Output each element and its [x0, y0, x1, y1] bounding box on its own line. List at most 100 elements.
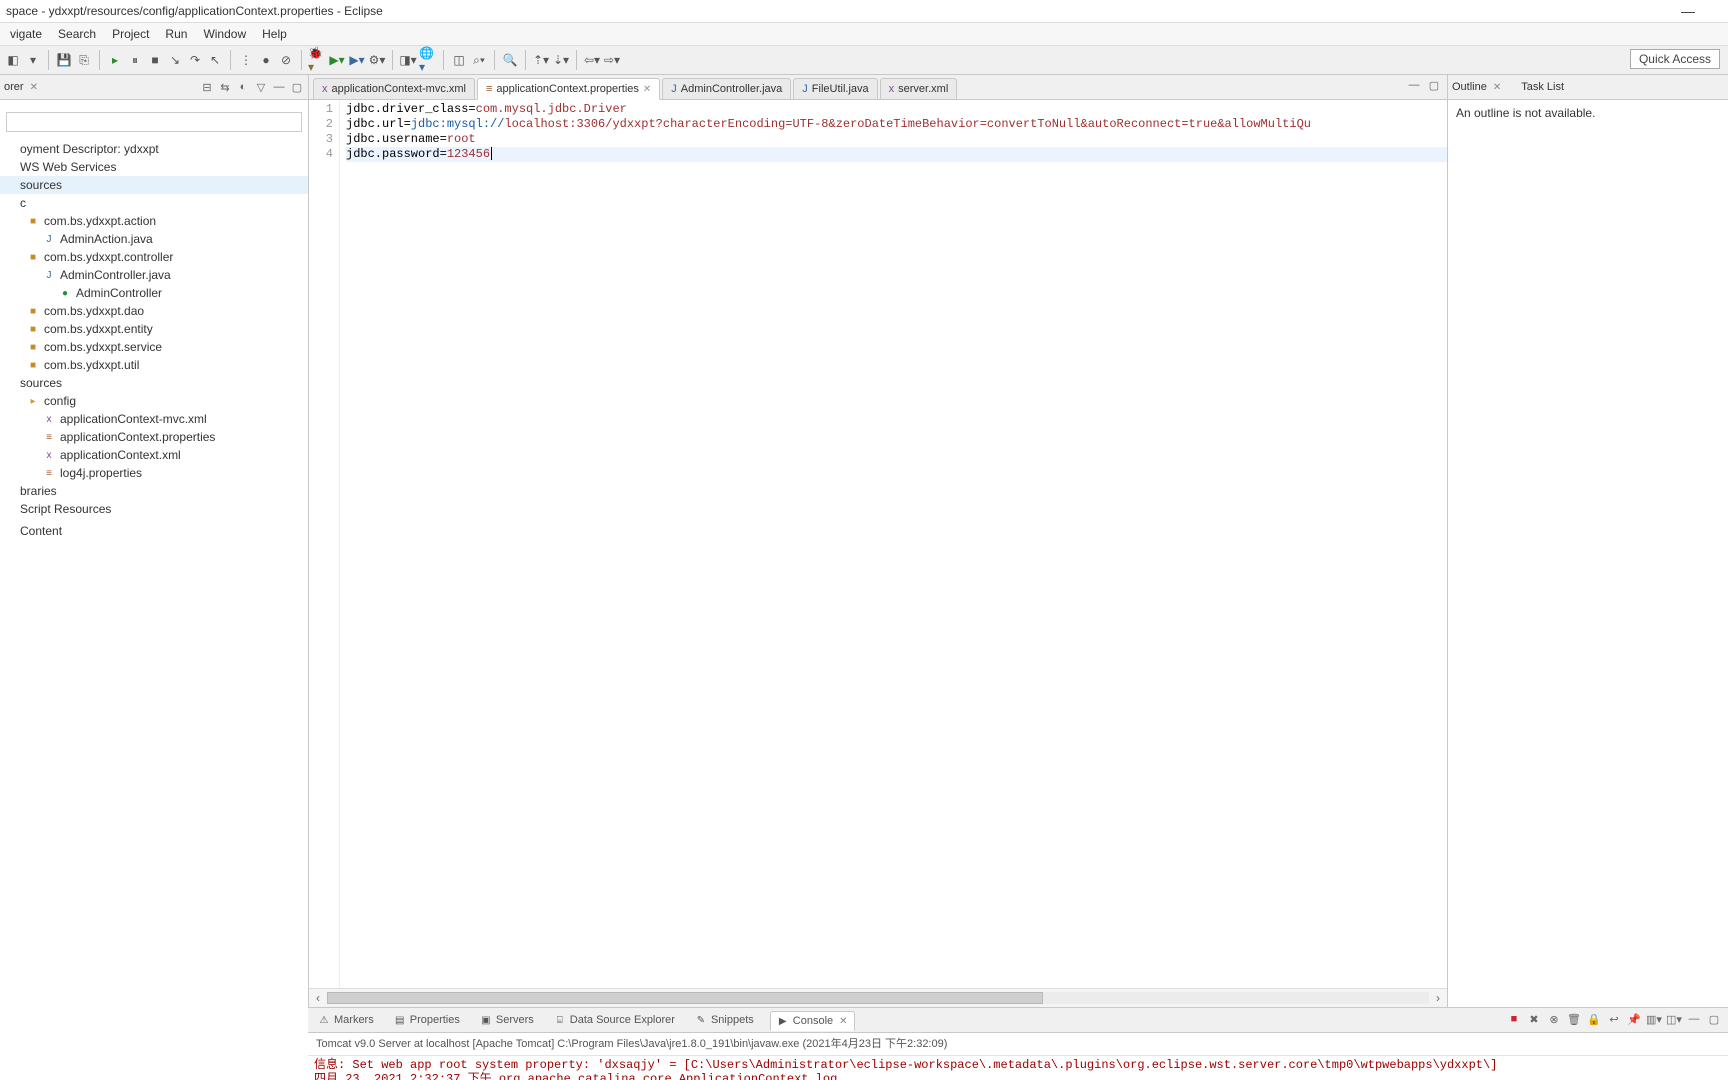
search-icon[interactable]: 🔍	[501, 51, 519, 69]
maximize-panel-icon[interactable]: ▢	[1706, 1011, 1722, 1027]
skip-breakpoints-icon[interactable]: ⊘	[277, 51, 295, 69]
new-server-icon[interactable]: ◨▾	[399, 51, 417, 69]
remove-launch-icon[interactable]: ✖	[1526, 1011, 1542, 1027]
web-browser-icon[interactable]: 🌐▾	[419, 51, 437, 69]
step-over-icon[interactable]: ↷	[186, 51, 204, 69]
clear-console-icon[interactable]: 🗑	[1566, 1011, 1582, 1027]
tree-item[interactable]: ■com.bs.ydxxpt.service	[0, 338, 308, 356]
tree-item[interactable]: ■com.bs.ydxxpt.util	[0, 356, 308, 374]
step-return-icon[interactable]: ↖	[206, 51, 224, 69]
tree-item[interactable]: xapplicationContext.xml	[0, 446, 308, 464]
editor-horizontal-scrollbar[interactable]: ‹ ›	[309, 988, 1447, 1007]
panel-tab-properties[interactable]: ▤Properties	[390, 1012, 464, 1028]
close-icon[interactable]: ✕	[837, 1016, 847, 1027]
tree-item[interactable]: xapplicationContext-mvc.xml	[0, 410, 308, 428]
tree-item[interactable]: ≡applicationContext.properties	[0, 428, 308, 446]
terminate-icon[interactable]: ■	[146, 51, 164, 69]
menu-help[interactable]: Help	[254, 23, 295, 45]
tree-item[interactable]: sources	[0, 374, 308, 392]
remove-all-icon[interactable]: ⊗	[1546, 1011, 1562, 1027]
scroll-left-icon[interactable]: ‹	[309, 991, 327, 1005]
close-icon[interactable]: ✕	[28, 82, 38, 93]
close-icon[interactable]: ✕	[1491, 82, 1501, 93]
editor-tab[interactable]: xapplicationContext-mvc.xml	[313, 78, 475, 99]
collapse-all-icon[interactable]: ⊟	[200, 80, 214, 94]
open-task-icon[interactable]: ⌕▾	[470, 51, 488, 69]
scroll-right-icon[interactable]: ›	[1429, 991, 1447, 1005]
tree-item[interactable]: ■com.bs.ydxxpt.action	[0, 212, 308, 230]
explorer-filter-input[interactable]	[6, 112, 302, 132]
menu-vigate[interactable]: vigate	[2, 23, 50, 45]
step-into-icon[interactable]: ↘	[166, 51, 184, 69]
tree-item[interactable]: ●AdminController	[0, 284, 308, 302]
tree-item[interactable]: braries	[0, 482, 308, 500]
new-button[interactable]: ◧	[4, 51, 22, 69]
menu-search[interactable]: Search	[50, 23, 104, 45]
view-menu-icon[interactable]: ▽	[254, 80, 268, 94]
open-console-icon[interactable]: ◫▾	[1666, 1011, 1682, 1027]
maximize-view-icon[interactable]: ▢	[290, 80, 304, 94]
menu-run[interactable]: Run	[157, 23, 195, 45]
run-dropdown[interactable]: ▶▾	[328, 51, 346, 69]
prev-annotation-icon[interactable]: ⇡▾	[532, 51, 550, 69]
pin-console-icon[interactable]: 📌	[1626, 1011, 1642, 1027]
new-dropdown-icon[interactable]: ▾	[24, 51, 42, 69]
tree-item[interactable]: ■com.bs.ydxxpt.controller	[0, 248, 308, 266]
editor-tab[interactable]: ≡applicationContext.properties✕	[477, 78, 660, 100]
forward-icon[interactable]: ⇨▾	[603, 51, 621, 69]
console-output[interactable]: 信息: Set web app root system property: 'd…	[308, 1056, 1728, 1080]
code-line[interactable]: jdbc.password=123456	[346, 147, 1447, 162]
save-all-button[interactable]: ⎘	[75, 51, 93, 69]
tree-item[interactable]: Script Resources	[0, 500, 308, 518]
suspend-icon[interactable]: ⏸	[126, 51, 144, 69]
back-icon[interactable]: ⇦▾	[583, 51, 601, 69]
panel-tab-servers[interactable]: ▣Servers	[476, 1012, 538, 1028]
window-minimize-button[interactable]: —	[1668, 0, 1708, 22]
tree-item[interactable]: JAdminController.java	[0, 266, 308, 284]
close-tab-icon[interactable]: ✕	[643, 84, 651, 95]
resume-icon[interactable]: ▸	[106, 51, 124, 69]
tree-item[interactable]: JAdminAction.java	[0, 230, 308, 248]
minimize-panel-icon[interactable]: —	[1686, 1011, 1702, 1027]
editor-content[interactable]: 1234 jdbc.driver_class=com.mysql.jdbc.Dr…	[309, 100, 1447, 988]
terminate-console-icon[interactable]: ■	[1506, 1011, 1522, 1027]
tree-item[interactable]: sources	[0, 176, 308, 194]
scroll-lock-icon[interactable]: 🔒	[1586, 1011, 1602, 1027]
link-editor-icon[interactable]: ⇆	[218, 80, 232, 94]
panel-tab-console[interactable]: ▶Console ✕	[770, 1011, 855, 1031]
external-tools-icon[interactable]: ⚙▾	[368, 51, 386, 69]
wrap-icon[interactable]: ↩	[1606, 1011, 1622, 1027]
panel-tab-snippets[interactable]: ✎Snippets	[691, 1012, 758, 1028]
tree-item[interactable]: c	[0, 194, 308, 212]
code-line[interactable]: jdbc.url=jdbc:mysql://localhost:3306/ydx…	[346, 117, 1447, 132]
debug-dropdown[interactable]: 🐞▾	[308, 51, 326, 69]
display-console-icon[interactable]: ▥▾	[1646, 1011, 1662, 1027]
focus-icon[interactable]: ◐	[236, 80, 250, 94]
tree-item[interactable]: WS Web Services	[0, 158, 308, 176]
tasklist-tab[interactable]: Task List	[1521, 81, 1564, 93]
explorer-tree[interactable]: oyment Descriptor: ydxxptWS Web Services…	[0, 100, 308, 1007]
outline-tab[interactable]: Outline	[1452, 81, 1487, 93]
menu-project[interactable]: Project	[104, 23, 157, 45]
minimize-view-icon[interactable]: —	[272, 80, 286, 94]
tree-item[interactable]: ■com.bs.ydxxpt.dao	[0, 302, 308, 320]
panel-tab-markers[interactable]: ⚠Markers	[314, 1012, 378, 1028]
maximize-editor-icon[interactable]: ▢	[1427, 78, 1441, 92]
quick-access[interactable]: Quick Access	[1630, 49, 1720, 69]
tree-item[interactable]: ≡log4j.properties	[0, 464, 308, 482]
scroll-thumb[interactable]	[327, 992, 1043, 1004]
next-annotation-icon[interactable]: ⇣▾	[552, 51, 570, 69]
run-last-icon[interactable]: ▶▾	[348, 51, 366, 69]
save-button[interactable]: 💾	[55, 51, 73, 69]
minimize-editor-icon[interactable]: —	[1407, 78, 1421, 92]
tree-item[interactable]: ▸config	[0, 392, 308, 410]
tree-item[interactable]: oyment Descriptor: ydxxpt	[0, 140, 308, 158]
tree-item[interactable]: Content	[0, 522, 308, 540]
code-area[interactable]: jdbc.driver_class=com.mysql.jdbc.Driverj…	[340, 100, 1447, 988]
code-line[interactable]: jdbc.username=root	[346, 132, 1447, 147]
menu-window[interactable]: Window	[195, 23, 254, 45]
filter-icon[interactable]: ⋮	[237, 51, 255, 69]
tree-item[interactable]: ■com.bs.ydxxpt.entity	[0, 320, 308, 338]
panel-tab-data-source-explorer[interactable]: ⌸Data Source Explorer	[550, 1012, 679, 1028]
editor-tab[interactable]: JFileUtil.java	[793, 78, 877, 99]
